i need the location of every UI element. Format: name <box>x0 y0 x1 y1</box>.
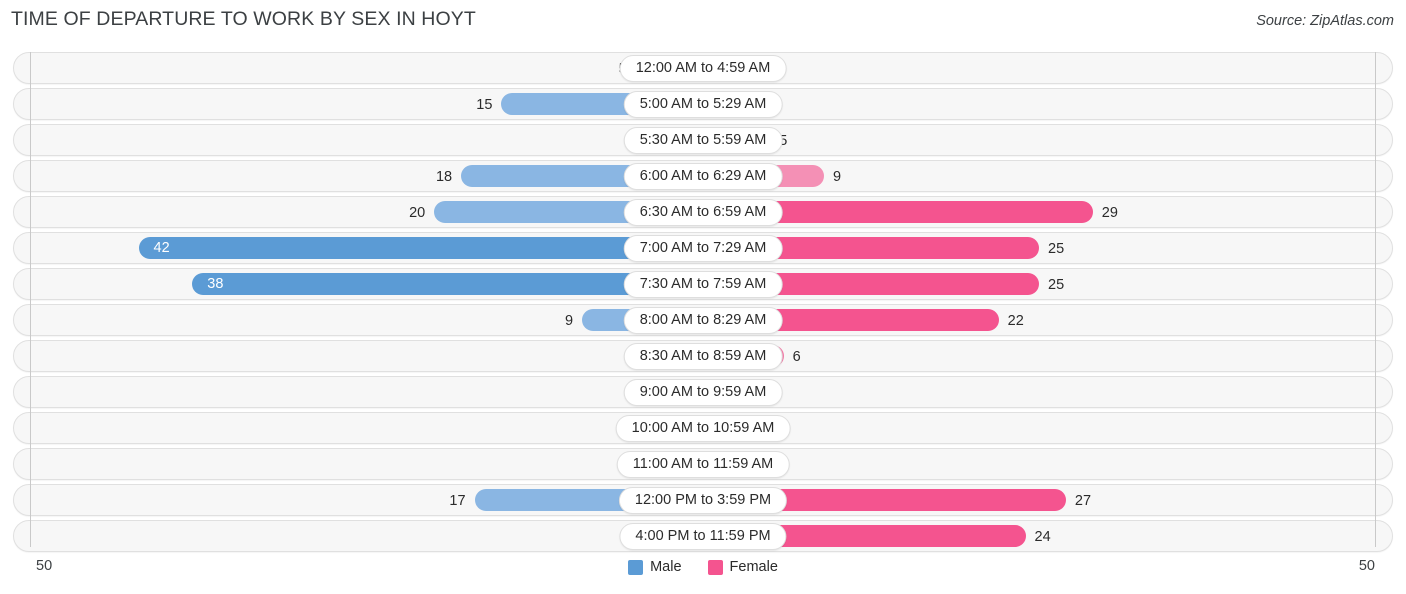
table-row: 1505:00 AM to 5:29 AM <box>13 88 1393 120</box>
category-label: 4:00 PM to 11:59 PM <box>619 523 787 550</box>
table-row: 355:30 AM to 5:59 AM <box>13 124 1393 156</box>
legend-swatch-male <box>628 559 644 575</box>
value-label-female: 25 <box>1048 277 1065 293</box>
value-label-female: 9 <box>832 169 842 185</box>
value-label-male: 17 <box>449 493 466 509</box>
row-inner: 17 27 12:00 PM to 3:59 PM <box>14 485 1392 515</box>
category-label: 6:30 AM to 6:59 AM <box>623 199 783 226</box>
chart-legend: Male Female <box>13 559 1393 575</box>
category-label: 8:00 AM to 8:29 AM <box>623 307 783 334</box>
category-label: 5:00 AM to 5:29 AM <box>623 91 783 118</box>
value-label-female: 22 <box>1007 313 1024 329</box>
page-title: TIME OF DEPARTURE TO WORK BY SEX IN HOYT <box>11 8 476 30</box>
row-inner: 0011:00 AM to 11:59 AM <box>14 449 1392 479</box>
category-label: 8:30 AM to 8:59 AM <box>623 343 783 370</box>
table-row: 2010:00 AM to 10:59 AM <box>13 412 1393 444</box>
table-row: 18 9 6:00 AM to 6:29 AM <box>13 160 1393 192</box>
row-inner: 18 9 6:00 AM to 6:29 AM <box>14 161 1392 191</box>
axis-line-left <box>30 52 31 547</box>
legend-label: Male <box>650 559 682 575</box>
chart-page: TIME OF DEPARTURE TO WORK BY SEX IN HOYT… <box>0 0 1406 594</box>
category-label: 7:00 AM to 7:29 AM <box>623 235 783 262</box>
category-label: 6:00 AM to 6:29 AM <box>623 163 783 190</box>
value-label-male: 18 <box>435 169 453 185</box>
table-row: 38 25 7:30 AM to 7:59 AM <box>13 268 1393 300</box>
plot-area: 5112:00 AM to 4:59 AM 1505:00 AM to 5:29 … <box>13 52 1393 555</box>
row-inner: 3244:00 PM to 11:59 PM <box>14 521 1392 551</box>
category-label: 11:00 AM to 11:59 AM <box>616 451 790 478</box>
value-label-male: 38 <box>207 276 224 292</box>
category-label: 10:00 AM to 10:59 AM <box>615 415 791 442</box>
legend-item[interactable]: Female <box>707 559 778 575</box>
value-label-female: 27 <box>1074 493 1092 509</box>
category-label: 9:00 AM to 9:59 AM <box>623 379 783 406</box>
table-row: 3244:00 PM to 11:59 PM <box>13 520 1393 552</box>
table-row: 029:00 AM to 9:59 AM <box>13 376 1393 408</box>
table-row: 068:30 AM to 8:59 AM <box>13 340 1393 372</box>
value-label-female: 29 <box>1101 205 1118 221</box>
category-label: 5:30 AM to 5:59 AM <box>623 127 783 154</box>
table-row: 9 22 8:00 AM to 8:29 AM <box>13 304 1393 336</box>
row-inner: 9 22 8:00 AM to 8:29 AM <box>14 305 1392 335</box>
value-label-male: 42 <box>153 240 170 256</box>
table-row: 5112:00 AM to 4:59 AM <box>13 52 1393 84</box>
table-row: 17 27 12:00 PM to 3:59 PM <box>13 484 1393 516</box>
category-label: 12:00 AM to 4:59 AM <box>619 55 787 82</box>
category-label: 12:00 PM to 3:59 PM <box>618 487 788 514</box>
legend-item[interactable]: Male <box>628 559 682 575</box>
table-row: 0011:00 AM to 11:59 AM <box>13 448 1393 480</box>
value-label-male: 20 <box>409 205 426 221</box>
legend-label: Female <box>729 559 778 575</box>
chart-footer: 50 50 Male Female <box>13 556 1393 586</box>
row-inner: 5112:00 AM to 4:59 AM <box>14 53 1392 83</box>
row-inner: 38 25 7:30 AM to 7:59 AM <box>14 269 1392 299</box>
row-inner: 355:30 AM to 5:59 AM <box>14 125 1392 155</box>
row-inner: 068:30 AM to 8:59 AM <box>14 341 1392 371</box>
value-label-female: 24 <box>1034 529 1051 545</box>
bar-male <box>138 237 703 259</box>
value-label-male: 9 <box>564 313 574 329</box>
row-inner: 20 29 6:30 AM to 6:59 AM <box>14 197 1392 227</box>
row-inner: 42 25 7:00 AM to 7:29 AM <box>14 233 1392 263</box>
axis-line-right <box>1375 52 1376 547</box>
table-row: 42 25 7:00 AM to 7:29 AM <box>13 232 1393 264</box>
bar-rows: 5112:00 AM to 4:59 AM 1505:00 AM to 5:29 … <box>13 52 1393 556</box>
value-label-female: 25 <box>1048 241 1065 257</box>
category-label: 7:30 AM to 7:59 AM <box>623 271 783 298</box>
value-label-female: 6 <box>792 349 801 365</box>
value-label-male: 15 <box>476 97 493 113</box>
table-row: 20 29 6:30 AM to 6:59 AM <box>13 196 1393 228</box>
legend-swatch-female <box>707 559 723 575</box>
row-inner: 1505:00 AM to 5:29 AM <box>14 89 1392 119</box>
row-inner: 2010:00 AM to 10:59 AM <box>14 413 1392 443</box>
source-attribution: Source: ZipAtlas.com <box>1256 13 1394 29</box>
row-inner: 029:00 AM to 9:59 AM <box>14 377 1392 407</box>
